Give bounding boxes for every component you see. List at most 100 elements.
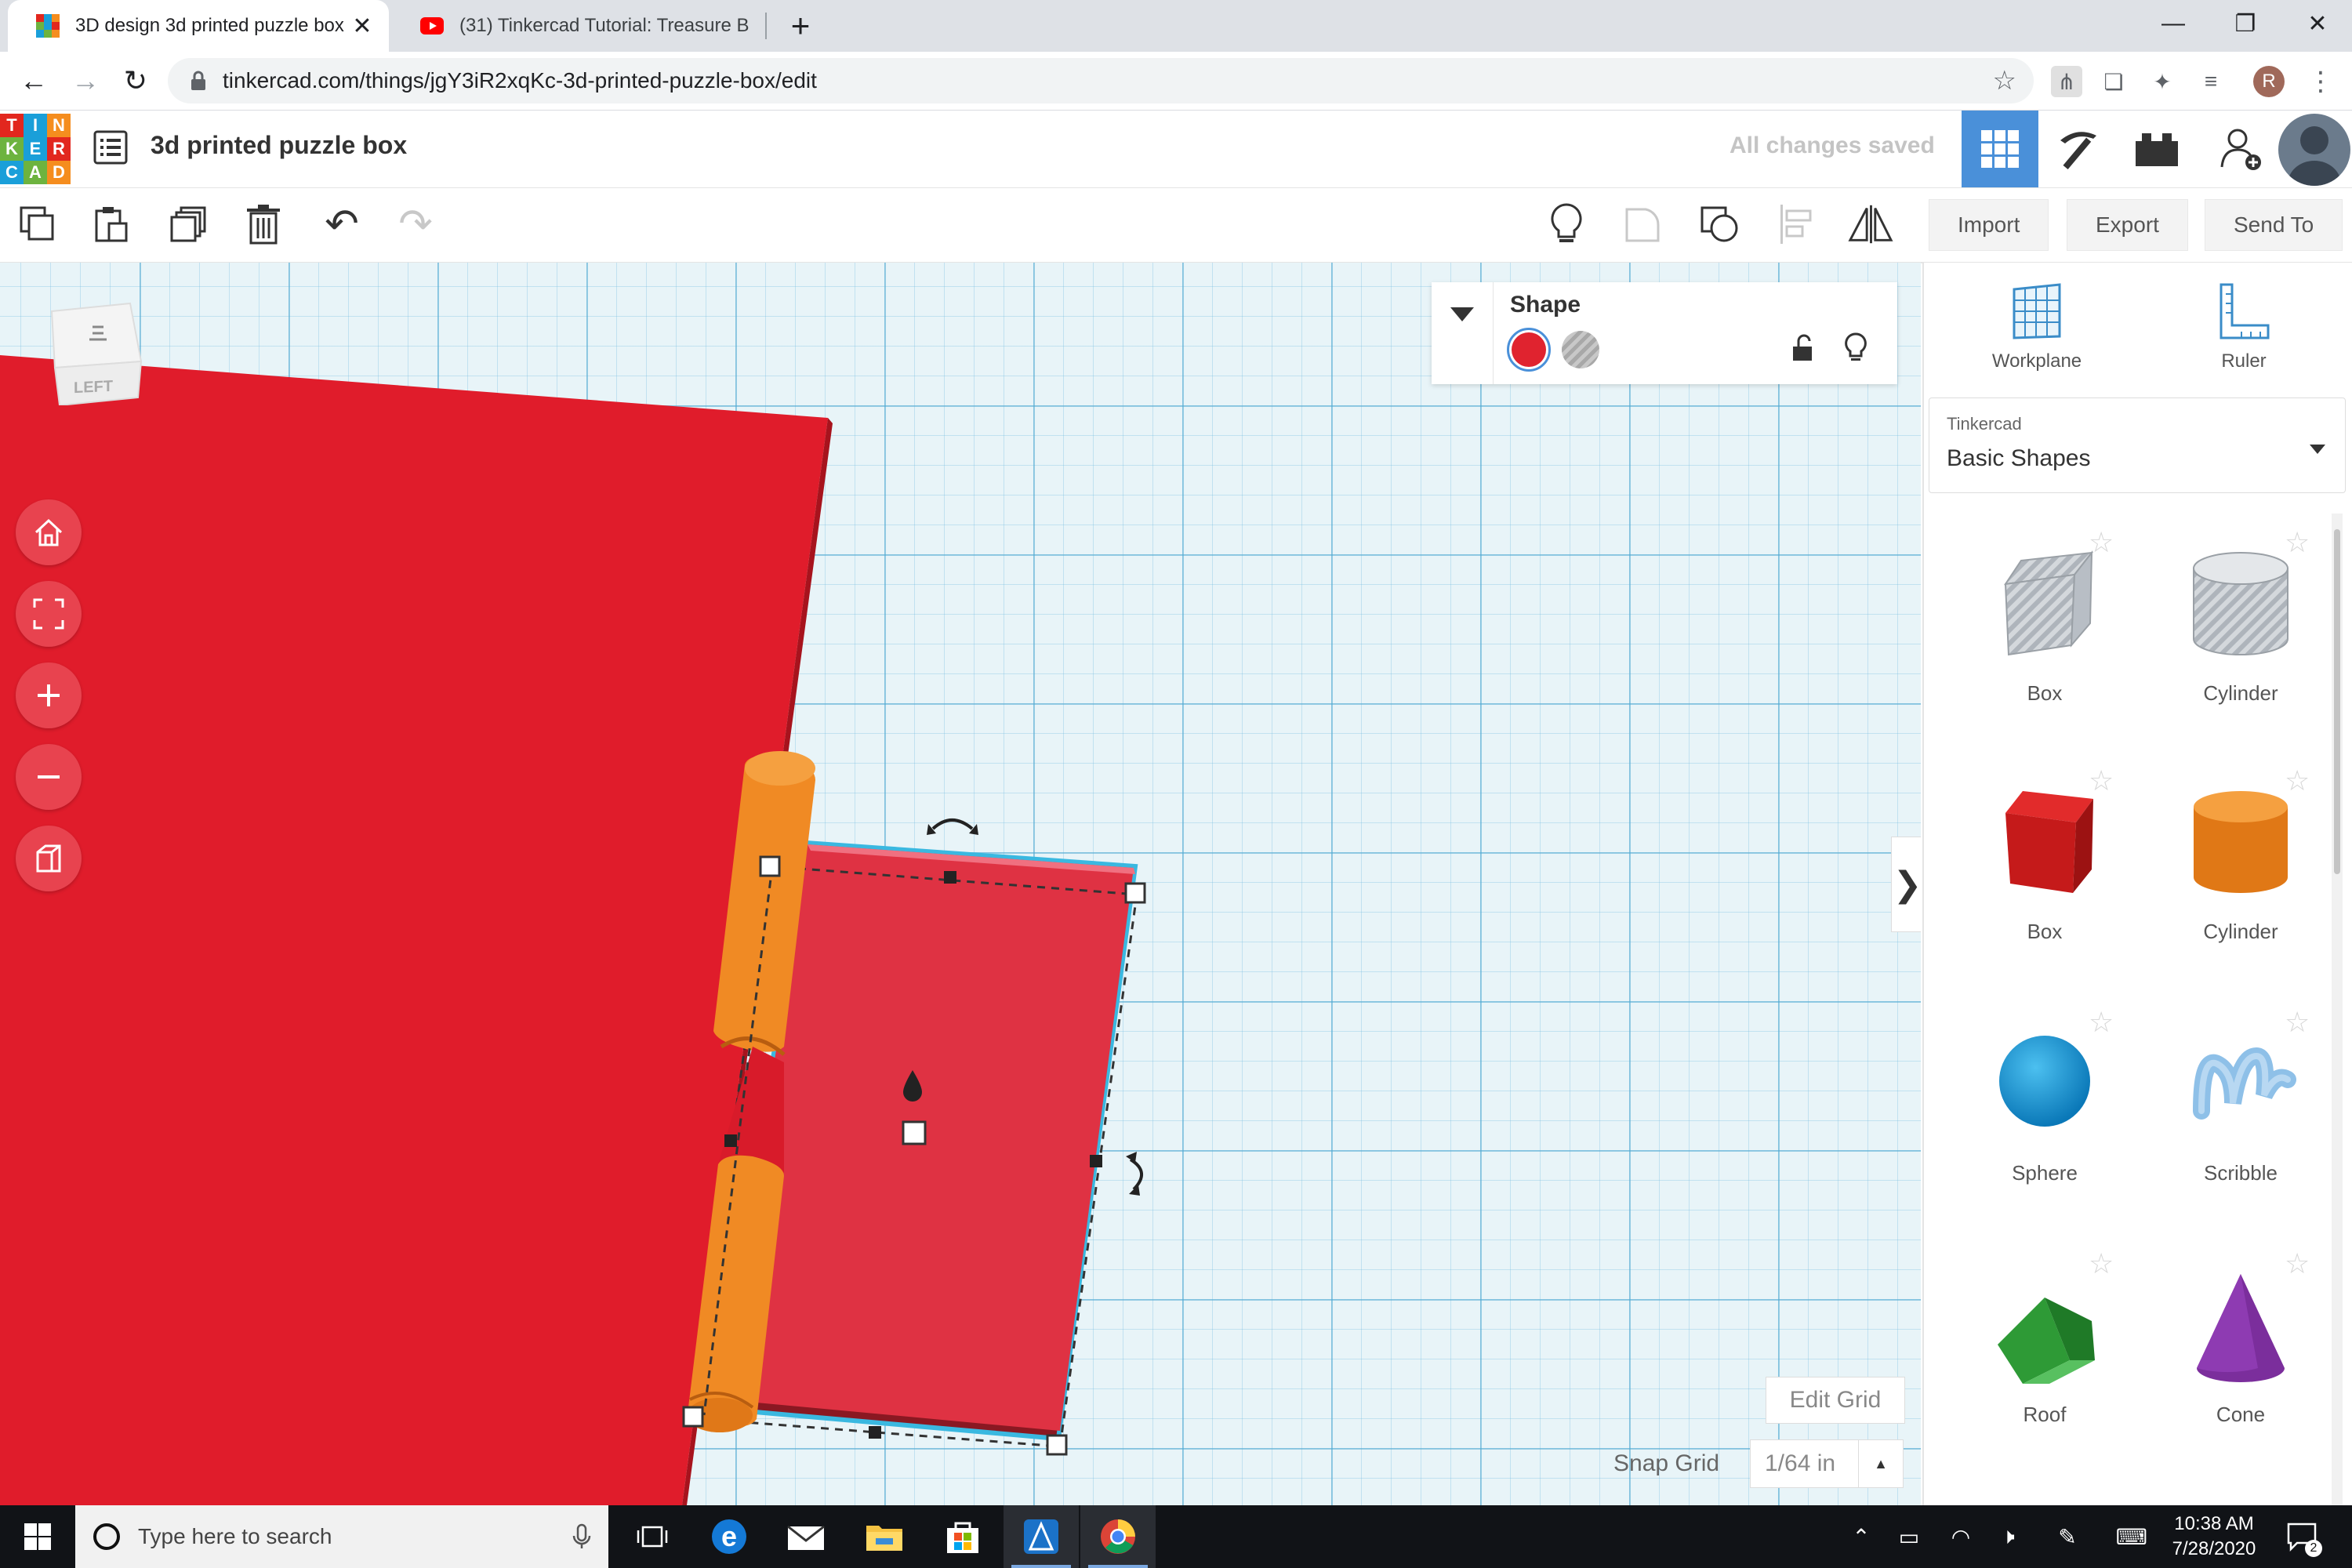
profile-avatar[interactable]: R [2253, 66, 2285, 97]
extensions-puzzle-icon[interactable]: ✦ [2147, 66, 2178, 97]
start-button[interactable] [0, 1505, 75, 1568]
workplane-tool[interactable]: Workplane [1958, 281, 2115, 399]
favorite-star-icon[interactable]: ☆ [2089, 1006, 2114, 1039]
favorite-star-icon[interactable]: ☆ [2285, 1006, 2310, 1039]
hole-swatch[interactable] [1562, 331, 1599, 368]
file-explorer-app[interactable] [847, 1505, 922, 1568]
view-cube[interactable]: LEFT [44, 296, 146, 407]
unlock-icon[interactable] [1791, 334, 1816, 362]
zoom-out-button[interactable] [16, 744, 82, 810]
tab-tinkercad[interactable]: 3D design 3d printed puzzle box ✕ [8, 0, 389, 52]
rotate-arrow-top[interactable] [931, 818, 974, 830]
close-window-icon[interactable]: ✕ [2281, 0, 2352, 47]
corner-handle[interactable] [1124, 882, 1146, 904]
workplane-canvas[interactable]: LEFT ❯ [0, 263, 1921, 1505]
store-app[interactable] [925, 1505, 1000, 1568]
keyboard-icon[interactable]: ⌨ [2109, 1505, 2154, 1568]
ruler-tool[interactable]: Ruler [2165, 281, 2322, 399]
url-bar[interactable]: tinkercad.com/things/jgY3iR2xqKc-3d-prin… [168, 58, 2034, 103]
task-view-button[interactable] [615, 1505, 690, 1568]
tray-overflow-icon[interactable]: ⌃ [1844, 1505, 1878, 1568]
chrome-app[interactable] [1080, 1505, 1156, 1568]
mail-app[interactable] [768, 1505, 844, 1568]
edit-grid-button[interactable]: Edit Grid [1766, 1377, 1905, 1424]
home-view-button[interactable] [16, 499, 82, 565]
forward-icon[interactable]: → [66, 61, 105, 100]
minimize-icon[interactable]: — [2137, 0, 2209, 47]
user-avatar[interactable] [2278, 114, 2350, 186]
panel-collapse-toggle[interactable]: ❯ [1891, 837, 1921, 932]
ruler-label: Ruler [2221, 350, 2267, 372]
corner-handle[interactable] [1046, 1434, 1068, 1456]
blocks-view-button[interactable] [2040, 111, 2117, 187]
tab-youtube[interactable]: (31) Tinkercad Tutorial: Treasure B [392, 0, 768, 52]
ungroup-button[interactable] [1697, 201, 1744, 248]
send-to-button[interactable]: Send To [2205, 199, 2343, 251]
extension-icon[interactable]: ⋔ [2051, 66, 2082, 97]
rotate-arrow-side[interactable] [1129, 1158, 1143, 1191]
wifi-icon[interactable]: ◠ [1941, 1505, 1980, 1568]
undo-icon[interactable]: ↶ [318, 201, 365, 248]
collapse-inspector-button[interactable] [1432, 282, 1494, 384]
snap-grid-select[interactable]: 1/64 in ▲ [1750, 1439, 1904, 1488]
fit-view-button[interactable] [16, 581, 82, 647]
import-button[interactable]: Import [1929, 199, 2049, 251]
edge-handle[interactable] [944, 871, 956, 884]
favorite-star-icon[interactable]: ☆ [2285, 764, 2310, 797]
edge-app[interactable]: e [691, 1505, 767, 1568]
notification-center-icon[interactable]: 2 [2278, 1505, 2325, 1568]
delete-button[interactable] [240, 201, 287, 248]
extension-2-icon[interactable]: ❏ [2098, 66, 2129, 97]
favorite-star-icon[interactable]: ☆ [2089, 1247, 2114, 1280]
copy-button[interactable] [14, 201, 61, 248]
lock-icon [191, 71, 205, 90]
edge-handle[interactable] [1090, 1155, 1102, 1167]
favorite-star-icon[interactable]: ☆ [2089, 764, 2114, 797]
paste-button[interactable] [88, 201, 135, 248]
notes-button[interactable] [1543, 201, 1590, 248]
tab-close-icon[interactable]: ✕ [348, 12, 376, 40]
duplicate-button[interactable] [165, 201, 212, 248]
corner-handle[interactable] [759, 855, 781, 877]
export-button[interactable]: Export [2067, 199, 2188, 251]
chrome-menu-icon[interactable]: ⋮ [2305, 66, 2336, 97]
taskbar-clock[interactable]: 10:38 AM 7/28/2020 [2167, 1512, 2261, 1562]
favorite-star-icon[interactable]: ☆ [2089, 526, 2114, 559]
user-silhouette-icon [2288, 126, 2341, 186]
volume-muted-icon[interactable]: 🕨 [1988, 1505, 2027, 1568]
mirror-button[interactable] [1847, 201, 1894, 248]
edge-handle[interactable] [724, 1134, 737, 1147]
height-handle[interactable] [902, 1120, 927, 1145]
media-control-icon[interactable]: ≡ [2195, 66, 2227, 97]
favorite-star-icon[interactable]: ☆ [2285, 1247, 2310, 1280]
scrollbar-thumb[interactable] [2334, 529, 2340, 874]
new-tab-button[interactable]: + [781, 6, 820, 45]
maximize-icon[interactable]: ❐ [2209, 0, 2281, 47]
reload-icon[interactable]: ↻ [116, 61, 155, 100]
taskbar-search-box[interactable]: Type here to search [75, 1505, 608, 1568]
align-button[interactable] [1773, 201, 1820, 248]
pen-icon[interactable]: ✎ [2048, 1505, 2087, 1568]
affinity-app[interactable] [1004, 1505, 1079, 1568]
design-title[interactable]: 3d printed puzzle box [151, 131, 407, 160]
edge-handle[interactable] [869, 1426, 881, 1439]
solid-color-swatch[interactable] [1507, 328, 1551, 372]
invite-user-button[interactable] [2203, 111, 2280, 187]
perspective-button[interactable] [16, 826, 82, 891]
corner-handle[interactable] [682, 1406, 704, 1428]
zoom-in-button[interactable] [16, 662, 82, 728]
shape-library-dropdown[interactable]: Tinkercad Basic Shapes [1929, 397, 2346, 493]
sidebar-scrollbar[interactable] [2332, 514, 2343, 1505]
design-list-icon[interactable] [93, 129, 129, 165]
bricks-view-button[interactable] [2118, 111, 2195, 187]
group-button[interactable] [1620, 201, 1667, 248]
microphone-icon[interactable] [572, 1523, 591, 1550]
bookmark-star-icon[interactable]: ☆ [1993, 65, 2016, 96]
battery-icon[interactable]: ▭ [1889, 1505, 1929, 1568]
favorite-star-icon[interactable]: ☆ [2285, 526, 2310, 559]
visibility-bulb-icon[interactable] [1844, 332, 1867, 364]
redo-icon[interactable]: ↷ [392, 201, 439, 248]
tinkercad-logo[interactable]: T I N K E R C A D [0, 114, 71, 184]
back-icon[interactable]: ← [14, 61, 53, 100]
3d-view-button[interactable] [1962, 111, 2038, 187]
